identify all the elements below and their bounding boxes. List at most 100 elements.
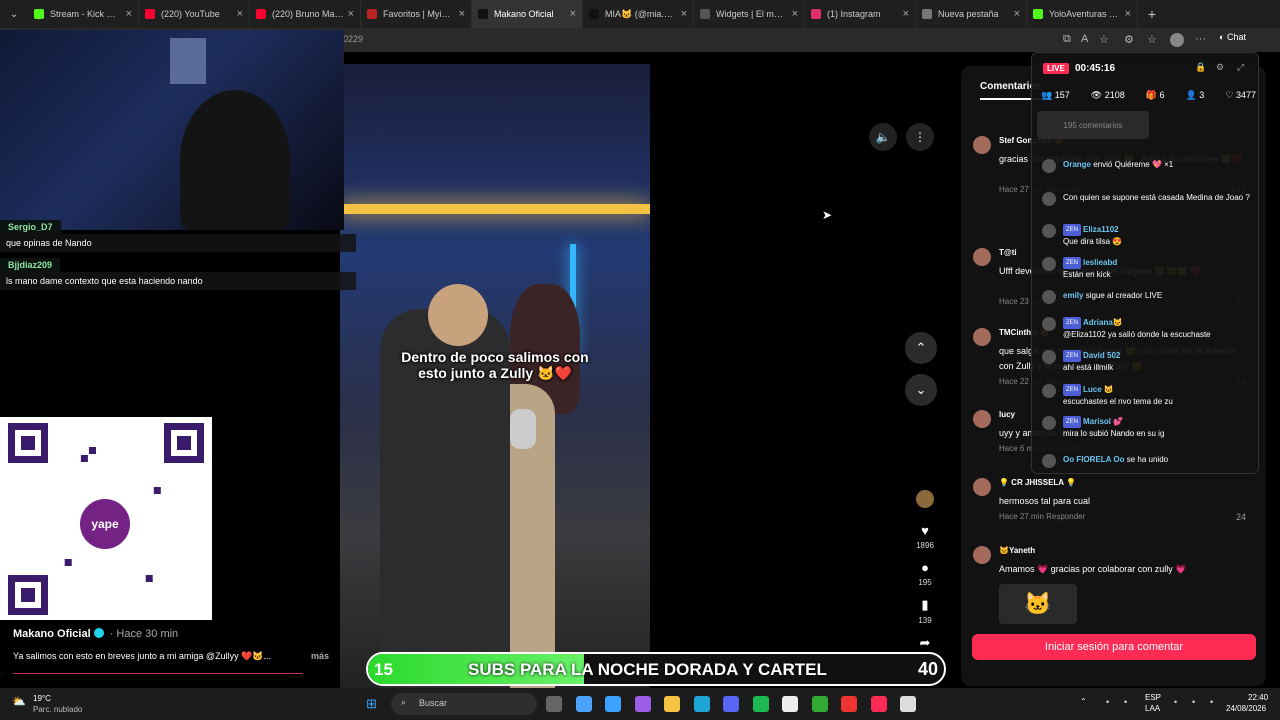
close-tab-icon[interactable]: × bbox=[681, 8, 687, 20]
chat-text: sigue al creador LIVE bbox=[1085, 291, 1163, 300]
explorer-icon[interactable] bbox=[664, 696, 680, 712]
url-text[interactable]: 0229 bbox=[343, 34, 363, 44]
avatar[interactable] bbox=[973, 410, 991, 428]
translate-icon[interactable]: A bbox=[1081, 33, 1088, 45]
chat-username[interactable]: Adriana🐱 bbox=[1083, 318, 1123, 327]
spotify-icon[interactable] bbox=[752, 696, 769, 712]
avatar bbox=[1042, 384, 1056, 398]
chat-username[interactable]: emily bbox=[1063, 291, 1083, 300]
settings-icon[interactable]: ⚙ bbox=[1216, 62, 1224, 73]
like-button[interactable]: ♥ 1896 bbox=[905, 523, 945, 550]
close-tab-icon[interactable]: × bbox=[237, 8, 243, 20]
tab-list-button[interactable]: ⌄ bbox=[0, 0, 28, 28]
profile-avatar[interactable] bbox=[1170, 33, 1184, 47]
more-icon[interactable]: ⋮ bbox=[906, 123, 934, 151]
app-icon[interactable] bbox=[841, 696, 857, 712]
avatar-button[interactable] bbox=[905, 490, 945, 513]
expand-icon[interactable]: ⤢ bbox=[1237, 62, 1244, 73]
video-player[interactable]: Dentro de poco salimos con esto junto a … bbox=[340, 64, 650, 688]
browser-tab[interactable]: Widgets | El mejor s × bbox=[694, 0, 805, 28]
vpn-icon[interactable]: • bbox=[1174, 697, 1177, 707]
comment-meta[interactable]: Hace 27 min Responder bbox=[999, 512, 1085, 521]
battery-icon[interactable]: • bbox=[1210, 697, 1213, 707]
browser-tab[interactable]: YoloAventuras Strea × bbox=[1027, 0, 1138, 28]
tray-chevron-icon[interactable]: ⌃ bbox=[1080, 697, 1087, 706]
avatar[interactable] bbox=[973, 248, 991, 266]
previous-video-button[interactable]: ⌃ bbox=[905, 332, 937, 364]
comment-like-count[interactable]: 24 bbox=[1236, 512, 1246, 522]
volume-icon[interactable]: • bbox=[1192, 697, 1195, 707]
task-view-icon[interactable] bbox=[546, 696, 562, 712]
star-icon[interactable]: ☆ bbox=[1099, 33, 1109, 46]
chrome-icon[interactable] bbox=[900, 696, 916, 712]
chat-username[interactable]: Marisol 💕 bbox=[1083, 417, 1123, 426]
comment-author[interactable]: 🐱Yaneth bbox=[999, 546, 1035, 555]
tiktok-icon[interactable] bbox=[870, 696, 887, 712]
close-tab-icon[interactable]: × bbox=[792, 8, 798, 20]
chat-username[interactable]: David 502 bbox=[1083, 351, 1120, 360]
extensions-icon[interactable]: ⚙ bbox=[1124, 33, 1134, 46]
avatar[interactable] bbox=[973, 136, 991, 154]
login-to-comment-button[interactable]: Iniciar sesión para comentar bbox=[972, 634, 1256, 660]
close-tab-icon[interactable]: × bbox=[903, 8, 909, 20]
yape-logo: yape bbox=[80, 499, 130, 549]
close-tab-icon[interactable]: × bbox=[126, 8, 132, 20]
more-options-icon[interactable]: ··· bbox=[1195, 33, 1206, 45]
clock-date[interactable]: 24/08/2026 bbox=[1226, 704, 1266, 713]
browser-tab[interactable]: MIA🐱 (@mia.3s) | T × bbox=[583, 0, 694, 28]
copilot-icon[interactable] bbox=[634, 696, 651, 712]
copilot-chat-button[interactable]: ◐ Chat bbox=[1219, 32, 1246, 42]
more-link[interactable]: más bbox=[311, 651, 329, 661]
avatar[interactable] bbox=[973, 478, 991, 496]
chat-username[interactable]: leslieabd bbox=[1083, 258, 1117, 267]
clock-time[interactable]: 22:40 bbox=[1248, 693, 1268, 702]
comment-author[interactable]: T@ti bbox=[999, 248, 1017, 257]
close-tab-icon[interactable]: × bbox=[348, 8, 354, 20]
chat-username[interactable]: Eliza1102 bbox=[1083, 225, 1119, 234]
avatar[interactable] bbox=[973, 328, 991, 346]
notepad-icon[interactable] bbox=[575, 696, 592, 712]
capcut-icon[interactable] bbox=[782, 696, 798, 712]
close-tab-icon[interactable]: × bbox=[570, 8, 576, 20]
lock-icon[interactable]: 🔒 bbox=[1195, 62, 1206, 73]
next-video-button[interactable]: ⌄ bbox=[905, 374, 937, 406]
edge-icon[interactable] bbox=[693, 696, 710, 712]
browser-tab[interactable]: Stream - Kick Dashb × bbox=[28, 0, 139, 28]
xbox-icon[interactable] bbox=[811, 696, 828, 712]
browser-tab[interactable]: Nueva pestaña × bbox=[916, 0, 1027, 28]
new-tab-button[interactable]: + bbox=[1138, 6, 1166, 22]
close-tab-icon[interactable]: × bbox=[1014, 8, 1020, 20]
save-button[interactable]: ▮ 139 bbox=[905, 597, 945, 625]
browser-tab[interactable]: (1) Instagram × bbox=[805, 0, 916, 28]
lang-layout[interactable]: LAA bbox=[1145, 704, 1160, 713]
chat-username[interactable]: Luce 🐱 bbox=[1083, 385, 1114, 394]
file-icon[interactable] bbox=[605, 696, 621, 712]
avatar[interactable] bbox=[973, 546, 991, 564]
like-count: 1896 bbox=[916, 541, 934, 550]
tab-favicon bbox=[478, 9, 488, 19]
wifi-icon[interactable]: • bbox=[1106, 697, 1109, 707]
start-icon[interactable]: ⊞ bbox=[366, 696, 382, 712]
taskbar-search-input[interactable]: ⌕ Buscar bbox=[391, 693, 537, 715]
browser-tab[interactable]: Makano Oficial × bbox=[472, 0, 583, 28]
discord-icon[interactable] bbox=[723, 696, 739, 712]
volume-icon[interactable]: 🔈 bbox=[869, 123, 897, 151]
avatar bbox=[1042, 317, 1056, 331]
video-author[interactable]: Makano Oficial · Hace 30 min bbox=[13, 628, 178, 640]
comment-author[interactable]: 💡 CR JHISSELA 💡 bbox=[999, 478, 1076, 487]
browser-tab[interactable]: Favoritos | Myinstan × bbox=[361, 0, 472, 28]
browser-tab[interactable]: (220) Bruno Mars - × bbox=[250, 0, 361, 28]
weather-icon[interactable]: ⛅ bbox=[12, 695, 26, 708]
chat-username[interactable]: Oo FIORELA Oo bbox=[1063, 455, 1124, 464]
favorites-icon[interactable]: ☆ bbox=[1147, 33, 1157, 46]
browser-tab[interactable]: (220) YouTube × bbox=[139, 0, 250, 28]
close-tab-icon[interactable]: × bbox=[459, 8, 465, 20]
comment-count-button[interactable]: 195 comentarios bbox=[1037, 111, 1149, 139]
install-icon[interactable]: ⧉ bbox=[1063, 33, 1071, 46]
comment-button[interactable]: ● 195 bbox=[905, 560, 945, 587]
close-tab-icon[interactable]: × bbox=[1125, 8, 1131, 20]
mic-icon[interactable]: • bbox=[1124, 697, 1127, 707]
chat-username[interactable]: Orange bbox=[1063, 160, 1091, 169]
lang-code[interactable]: ESP bbox=[1145, 693, 1161, 702]
comment-author[interactable]: lucy bbox=[999, 410, 1015, 419]
